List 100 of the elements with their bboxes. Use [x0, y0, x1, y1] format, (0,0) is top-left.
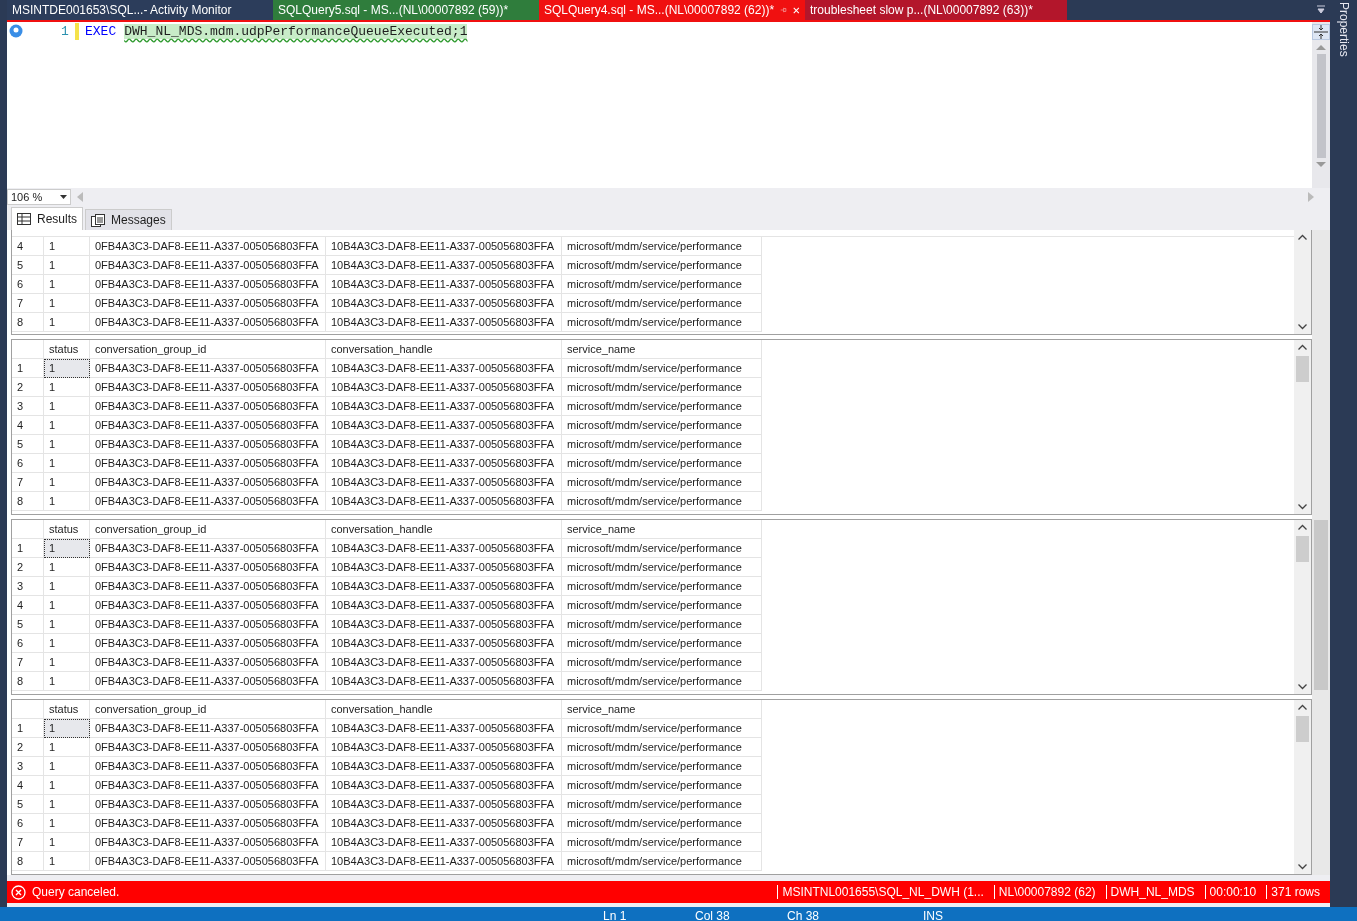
table-cell: 10B4A3C3-DAF8-EE11-A337-005056803FFA — [326, 294, 562, 313]
table-cell: microsoft/mdm/service/performance — [562, 756, 762, 776]
result-tab[interactable]: Results — [11, 207, 83, 230]
column-header[interactable]: conversation_group_id — [90, 339, 326, 359]
table-cell: 10B4A3C3-DAF8-EE11-A337-005056803FFA — [326, 737, 562, 757]
table-cell: microsoft/mdm/service/performance — [562, 832, 762, 852]
table-cell: 0FB4A3C3-DAF8-EE11-A337-005056803FFA — [90, 275, 326, 294]
table-cell: microsoft/mdm/service/performance — [562, 453, 762, 473]
document-tab[interactable]: SQLQuery5.sql - MS...(NL\00007892 (59))* — [273, 0, 539, 20]
scroll-up-icon[interactable] — [1298, 343, 1307, 350]
table-cell: 0FB4A3C3-DAF8-EE11-A337-005056803FFA — [90, 313, 326, 332]
scroll-up-icon[interactable] — [1298, 234, 1307, 240]
row-number: 6 — [12, 633, 44, 653]
table-cell: 1 — [44, 775, 90, 795]
close-icon[interactable] — [793, 5, 800, 15]
table-cell: 1 — [44, 237, 90, 256]
table-cell: 1 — [44, 294, 90, 313]
table-cell: 1 — [44, 813, 90, 833]
table-cell: 1 — [44, 794, 90, 814]
status-segment: 371 rows — [1266, 885, 1324, 899]
table-cell: 10B4A3C3-DAF8-EE11-A337-005056803FFA — [326, 813, 562, 833]
table-cell: 0FB4A3C3-DAF8-EE11-A337-005056803FFA — [90, 557, 326, 577]
table-cell: 10B4A3C3-DAF8-EE11-A337-005056803FFA — [326, 358, 562, 378]
scroll-down-icon[interactable] — [1298, 323, 1307, 330]
status-segment: MSINTNL001655\SQL_NL_DWH (1... — [777, 885, 988, 899]
status-item: INS — [923, 909, 943, 921]
table-cell: 1 — [44, 737, 90, 757]
column-header[interactable]: service_name — [562, 699, 762, 719]
scroll-down-icon[interactable] — [1298, 864, 1307, 870]
table-cell: 0FB4A3C3-DAF8-EE11-A337-005056803FFA — [90, 756, 326, 776]
zoom-dropdown[interactable]: 106 % — [7, 189, 71, 205]
row-number: 5 — [12, 256, 44, 275]
scrollbar-thumb[interactable] — [1296, 715, 1309, 742]
column-header[interactable]: status — [44, 699, 90, 719]
table-cell: 10B4A3C3-DAF8-EE11-A337-005056803FFA — [326, 538, 562, 558]
dropdown-icon[interactable] — [1316, 5, 1326, 15]
table-cell: 10B4A3C3-DAF8-EE11-A337-005056803FFA — [326, 396, 562, 416]
table-cell: 10B4A3C3-DAF8-EE11-A337-005056803FFA — [326, 275, 562, 294]
table-cell: 0FB4A3C3-DAF8-EE11-A337-005056803FFA — [90, 633, 326, 653]
status-segment: DWH_NL_MDS — [1105, 885, 1199, 899]
table-cell: 0FB4A3C3-DAF8-EE11-A337-005056803FFA — [90, 737, 326, 757]
table-cell: 10B4A3C3-DAF8-EE11-A337-005056803FFA — [326, 256, 562, 275]
row-number: 7 — [12, 294, 44, 313]
scrollbar-thumb[interactable] — [1296, 355, 1309, 382]
row-number: 8 — [12, 671, 44, 691]
row-number: 6 — [12, 813, 44, 833]
table-cell: microsoft/mdm/service/performance — [562, 775, 762, 795]
column-header[interactable]: conversation_handle — [326, 519, 562, 539]
row-number: 8 — [12, 851, 44, 871]
scrollbar-thumb[interactable] — [1314, 520, 1328, 690]
row-number: 4 — [12, 595, 44, 615]
table-cell: 0FB4A3C3-DAF8-EE11-A337-005056803FFA — [90, 832, 326, 852]
split-icon[interactable] — [1312, 24, 1330, 40]
table-cell: 1 — [44, 453, 90, 473]
table-cell: microsoft/mdm/service/performance — [562, 256, 762, 275]
scroll-down-icon[interactable] — [1298, 683, 1307, 690]
table-cell: 10B4A3C3-DAF8-EE11-A337-005056803FFA — [326, 633, 562, 653]
table-cell: microsoft/mdm/service/performance — [562, 377, 762, 397]
column-header[interactable]: status — [44, 519, 90, 539]
table-cell: 0FB4A3C3-DAF8-EE11-A337-005056803FFA — [90, 358, 326, 378]
table-cell: 1 — [44, 633, 90, 653]
table-cell: 10B4A3C3-DAF8-EE11-A337-005056803FFA — [326, 718, 562, 738]
sql-keyword: EXEC — [85, 24, 117, 39]
scrollbar-thumb[interactable] — [1296, 535, 1309, 562]
column-header[interactable]: conversation_group_id — [90, 699, 326, 719]
table-cell: microsoft/mdm/service/performance — [562, 671, 762, 691]
scroll-down-icon[interactable] — [1298, 503, 1307, 510]
scroll-up-icon[interactable] — [1298, 523, 1307, 530]
table-cell: microsoft/mdm/service/performance — [562, 358, 762, 378]
table-cell: microsoft/mdm/service/performance — [562, 595, 762, 615]
caret-icon[interactable] — [60, 195, 67, 199]
row-number: 6 — [12, 453, 44, 473]
table-cell: 0FB4A3C3-DAF8-EE11-A337-005056803FFA — [90, 576, 326, 596]
panel-tab[interactable]: Properties — [1336, 0, 1351, 57]
column-header[interactable]: service_name — [562, 519, 762, 539]
status-item: Col 38 — [695, 909, 730, 921]
table-cell: 10B4A3C3-DAF8-EE11-A337-005056803FFA — [326, 851, 562, 871]
row-number: 2 — [12, 377, 44, 397]
status-message: Query canceled. — [32, 885, 120, 899]
table-cell: 10B4A3C3-DAF8-EE11-A337-005056803FFA — [326, 434, 562, 454]
document-tab[interactable]: SQLQuery4.sql - MS...(NL\00007892 (62))* — [539, 0, 805, 20]
column-header[interactable]: conversation_handle — [326, 339, 562, 359]
table-cell: 0FB4A3C3-DAF8-EE11-A337-005056803FFA — [90, 396, 326, 416]
row-number: 2 — [12, 737, 44, 757]
scroll-up-icon[interactable] — [1298, 703, 1307, 710]
result-tab[interactable]: Messages — [85, 209, 172, 230]
table-cell: 1 — [44, 851, 90, 871]
table-cell: 1 — [44, 396, 90, 416]
header-corner — [12, 339, 44, 359]
grid-icon — [17, 213, 31, 225]
column-header[interactable]: conversation_handle — [326, 699, 562, 719]
row-number: 7 — [12, 652, 44, 672]
column-header[interactable]: status — [44, 339, 90, 359]
table-cell: 1 — [44, 415, 90, 435]
scrollbar-thumb[interactable] — [1316, 54, 1326, 158]
status-item: Ln 1 — [603, 909, 627, 921]
document-tab[interactable]: troublesheet slow p...(NL\00007892 (63))* — [805, 0, 1067, 20]
column-header[interactable]: service_name — [562, 339, 762, 359]
column-header[interactable]: conversation_group_id — [90, 519, 326, 539]
document-tab[interactable]: MSINTDE001653\SQL...- Activity Monitor — [7, 0, 273, 20]
